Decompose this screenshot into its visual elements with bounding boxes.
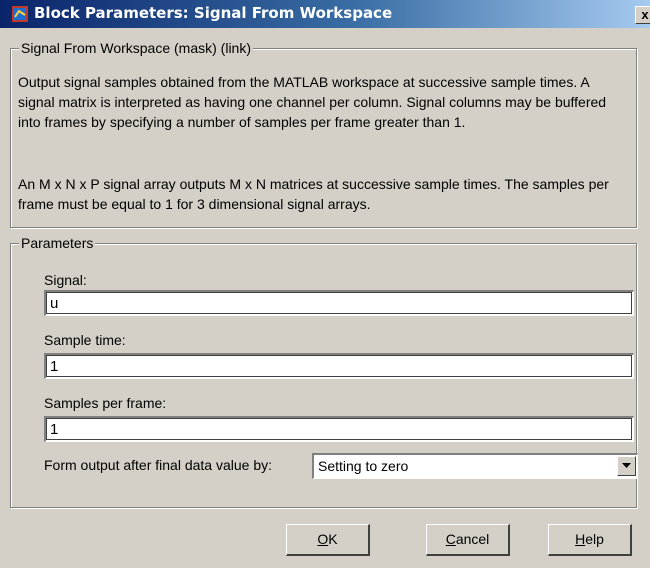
description-paragraph-2: An M x N x P signal array outputs M x N …: [18, 176, 609, 212]
help-mnemonic: H: [575, 531, 586, 547]
ok-button[interactable]: OK: [286, 524, 370, 556]
cancel-label: ancel: [455, 531, 490, 547]
help-button[interactable]: Help: [548, 524, 632, 556]
parameters-group-label: Parameters: [19, 235, 96, 251]
sample-time-input[interactable]: [44, 353, 634, 379]
form-output-label: Form output after final data value by:: [44, 457, 273, 473]
cancel-mnemonic: C: [445, 531, 456, 547]
ok-label: K: [328, 531, 338, 547]
cancel-button[interactable]: Cancel: [426, 524, 510, 556]
window-title: Block Parameters: Signal From Workspace: [34, 4, 393, 22]
close-icon[interactable]: x: [635, 6, 650, 24]
simulink-block-icon[interactable]: [12, 6, 28, 22]
help-label: elp: [585, 531, 604, 547]
description-group-label: Signal From Workspace (mask) (link): [19, 40, 254, 56]
signal-input[interactable]: [44, 290, 634, 316]
ok-mnemonic: O: [317, 531, 329, 547]
chevron-down-icon[interactable]: [617, 456, 636, 476]
signal-label: Signal:: [44, 272, 87, 288]
form-output-select[interactable]: Setting to zero: [312, 453, 638, 479]
sample-time-label: Sample time:: [44, 332, 126, 348]
title-bar: Block Parameters: Signal From Workspace …: [0, 0, 650, 28]
description-paragraph-1: Output signal samples obtained from the …: [18, 74, 607, 130]
samples-per-frame-label: Samples per frame:: [44, 395, 167, 411]
form-output-selected-value: Setting to zero: [318, 458, 409, 474]
samples-per-frame-input[interactable]: [44, 416, 634, 442]
